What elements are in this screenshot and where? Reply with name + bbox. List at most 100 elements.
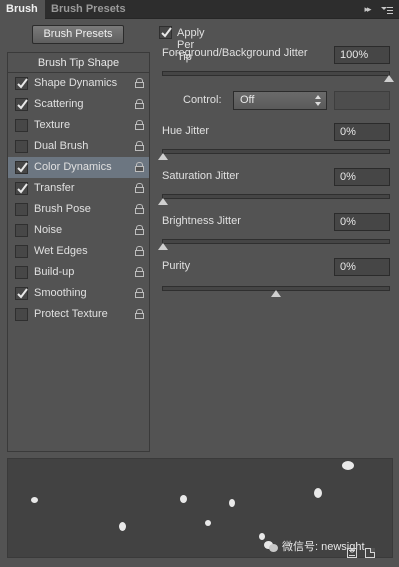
apply-per-tip-checkbox[interactable] (159, 26, 172, 39)
brightness-jitter-slider[interactable] (158, 239, 390, 250)
preview-dot (342, 461, 354, 470)
option-label: Color Dynamics (34, 161, 112, 173)
option-checkbox[interactable] (15, 245, 28, 258)
option-checkbox[interactable] (15, 266, 28, 279)
purity-input[interactable]: 0% (334, 258, 390, 276)
option-checkbox[interactable] (15, 224, 28, 237)
lock-icon[interactable] (135, 309, 144, 319)
hue-jitter-label: Hue Jitter (162, 125, 210, 137)
brush-option-scattering[interactable]: Scattering (8, 94, 149, 115)
check-icon (17, 183, 28, 194)
option-label: Smoothing (34, 287, 87, 299)
option-checkbox[interactable] (15, 182, 28, 195)
collapse-panel-icon[interactable]: ▸▸ (361, 4, 373, 15)
brush-option-color-dynamics[interactable]: Color Dynamics (8, 157, 149, 178)
option-checkbox[interactable] (15, 287, 28, 300)
check-icon (161, 27, 172, 38)
slider-thumb-icon[interactable] (158, 153, 168, 160)
control-select-value: Off (240, 94, 255, 106)
brush-option-smoothing[interactable]: Smoothing (8, 283, 149, 304)
saturation-jitter-input[interactable]: 0% (334, 168, 390, 186)
lock-icon[interactable] (135, 225, 144, 235)
tab-brush[interactable]: Brush (0, 0, 45, 19)
brush-option-shape-dynamics[interactable]: Shape Dynamics (8, 73, 149, 94)
option-checkbox[interactable] (15, 308, 28, 321)
saturation-jitter-slider[interactable] (158, 194, 390, 205)
select-arrows-icon (315, 95, 321, 106)
brush-option-protect-texture[interactable]: Protect Texture (8, 304, 149, 325)
option-checkbox[interactable] (15, 98, 28, 111)
brush-options-list: Brush Tip Shape Shape Dynamics Scattering… (7, 52, 150, 452)
slider-thumb-icon[interactable] (271, 290, 281, 297)
fg-bg-jitter-input[interactable]: 100% (334, 46, 390, 64)
lock-icon[interactable] (135, 288, 144, 298)
lock-icon[interactable] (135, 183, 144, 193)
option-checkbox[interactable] (15, 203, 28, 216)
lock-icon[interactable] (135, 246, 144, 256)
brush-option-dual-brush[interactable]: Dual Brush (8, 136, 149, 157)
slider-thumb-icon[interactable] (158, 243, 168, 250)
grid-icon[interactable] (347, 548, 357, 558)
brush-option-wet-edges[interactable]: Wet Edges (8, 241, 149, 262)
saturation-jitter-label: Saturation Jitter (162, 170, 240, 182)
brush-option-noise[interactable]: Noise (8, 220, 149, 241)
check-icon (17, 78, 28, 89)
brush-option-transfer[interactable]: Transfer (8, 178, 149, 199)
check-icon (17, 288, 28, 299)
preview-dot (119, 522, 126, 531)
brush-presets-button[interactable]: Brush Presets (32, 25, 124, 44)
option-checkbox[interactable] (15, 77, 28, 90)
option-label: Dual Brush (34, 140, 89, 152)
lock-icon[interactable] (135, 204, 144, 214)
hue-jitter-slider[interactable] (158, 149, 390, 160)
slider-thumb-icon[interactable] (158, 198, 168, 205)
lock-icon[interactable] (135, 141, 144, 151)
preview-dot (180, 495, 187, 503)
tab-brush-presets[interactable]: Brush Presets (45, 0, 132, 19)
brush-option-build-up[interactable]: Build-up (8, 262, 149, 283)
panel-menu-icon[interactable] (381, 5, 393, 15)
preview-dot (314, 488, 322, 498)
lock-icon[interactable] (135, 267, 144, 277)
option-label: Scattering (34, 98, 84, 110)
option-label: Build-up (34, 266, 75, 278)
purity-label: Purity (162, 260, 191, 272)
brightness-jitter-input[interactable]: 0% (334, 213, 390, 231)
brightness-jitter-label: Brightness Jitter (162, 215, 241, 227)
slider-thumb-icon[interactable] (384, 75, 394, 82)
option-label: Shape Dynamics (34, 77, 118, 89)
panel-footer-icons (347, 548, 375, 558)
brush-tip-shape-item[interactable]: Brush Tip Shape (8, 53, 149, 73)
lock-icon[interactable] (135, 78, 144, 88)
panel-tools: ▸▸ (361, 3, 393, 16)
option-label: Protect Texture (34, 308, 108, 320)
brush-option-texture[interactable]: Texture (8, 115, 149, 136)
preview-dot (31, 497, 38, 503)
option-label: Texture (34, 119, 71, 131)
control-select[interactable]: Off (233, 91, 327, 110)
preview-dot (205, 520, 211, 526)
new-preset-icon[interactable] (365, 548, 375, 558)
lock-icon[interactable] (135, 120, 144, 130)
option-checkbox[interactable] (15, 119, 28, 132)
fg-bg-jitter-label: Foreground/Background Jitter (162, 47, 308, 59)
fg-bg-jitter-slider[interactable] (162, 71, 394, 82)
panel-tab-bar: Brush Brush Presets ▸▸ (0, 0, 399, 19)
lock-icon[interactable] (135, 162, 144, 172)
option-label: Wet Edges (34, 245, 88, 257)
option-label: Brush Pose (34, 203, 91, 215)
hue-jitter-input[interactable]: 0% (334, 123, 390, 141)
control-label: Control: (183, 94, 222, 106)
option-checkbox[interactable] (15, 161, 28, 174)
check-icon (17, 99, 28, 110)
lock-icon[interactable] (135, 99, 144, 109)
color-dynamics-settings: Apply Per Tip Foreground/Background Jitt… (157, 22, 394, 452)
option-label: Noise (34, 224, 63, 236)
option-checkbox[interactable] (15, 140, 28, 153)
control-value-field (334, 91, 390, 110)
check-icon (17, 162, 28, 173)
wechat-icon (264, 540, 278, 552)
purity-slider[interactable] (162, 286, 390, 297)
option-label: Transfer (34, 182, 75, 194)
brush-option-brush-pose[interactable]: Brush Pose (8, 199, 149, 220)
